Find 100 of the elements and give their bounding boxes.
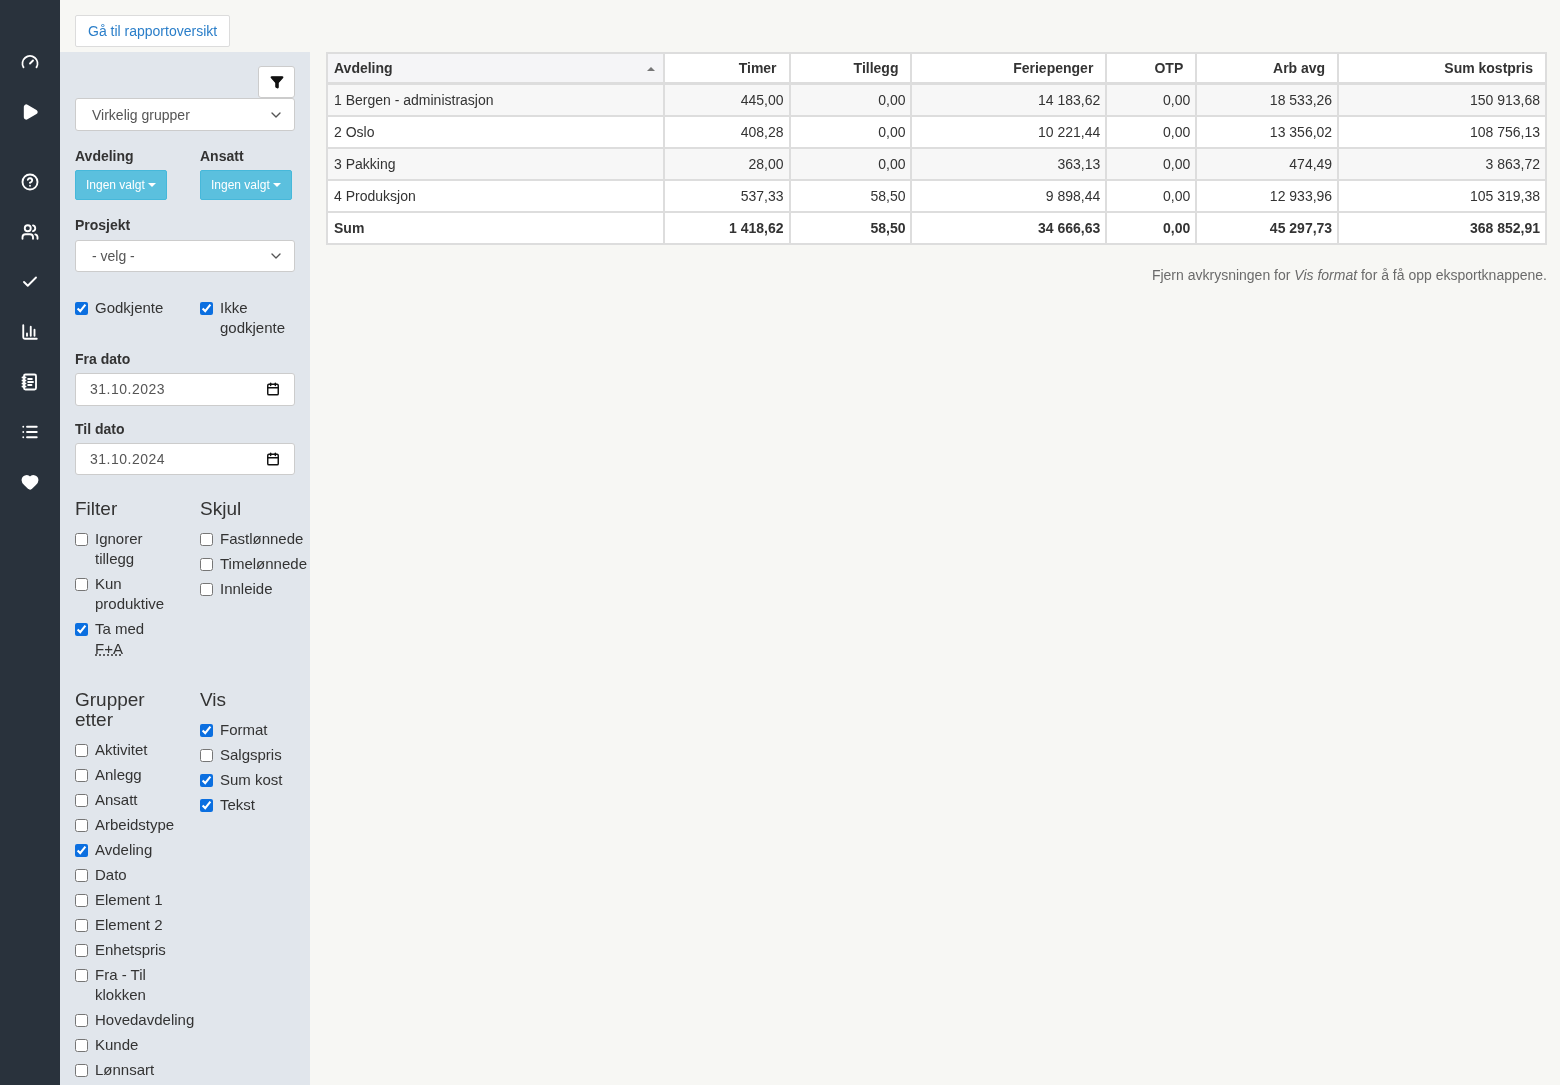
field-label: Avdeling	[75, 147, 135, 164]
help-icon[interactable]	[21, 173, 39, 191]
checkbox[interactable]	[75, 819, 88, 832]
bar-chart-icon[interactable]	[21, 323, 39, 341]
column-header[interactable]: Feriepenger	[911, 53, 1107, 84]
column-header[interactable]: Arb avg	[1196, 53, 1339, 84]
table-cell: 0,00	[1106, 180, 1197, 212]
list-icon[interactable]	[21, 423, 39, 441]
checkbox-option[interactable]: Sum kost	[200, 770, 283, 790]
checkbox[interactable]	[75, 944, 88, 957]
checkbox-option[interactable]: Hovedavdeling	[75, 1010, 195, 1030]
checkbox-option[interactable]: Enhetspris	[75, 940, 166, 960]
project-select[interactable]: - velg -	[75, 239, 295, 273]
checkbox-option[interactable]: Format	[200, 720, 268, 740]
checkbox[interactable]	[200, 774, 213, 787]
checkbox[interactable]	[200, 724, 213, 737]
checkbox-option[interactable]: Dato	[75, 865, 127, 885]
date-field[interactable]: 31.10.2024	[75, 442, 295, 475]
checkbox[interactable]	[75, 744, 88, 757]
date-value: 31.10.2023	[90, 381, 166, 398]
checkbox-option[interactable]: Kunde	[75, 1035, 139, 1055]
table-cell: 105 319,38	[1338, 180, 1546, 212]
checkbox-option[interactable]: Avdeling	[75, 840, 153, 860]
checkbox-option[interactable]: Ikke godkjente	[200, 298, 308, 339]
calendar-icon[interactable]	[266, 382, 280, 397]
table-cell: 18 533,26	[1196, 83, 1339, 116]
checkbox-option[interactable]: Ignorer tillegg	[75, 529, 183, 569]
table-cell: 10 221,44	[911, 116, 1107, 148]
checkbox-option[interactable]: Aktivitet	[75, 740, 148, 760]
checkbox[interactable]	[75, 969, 88, 982]
total-cell: 1 418,62	[663, 212, 790, 244]
table-cell: 3 863,72	[1338, 148, 1546, 180]
notebook-icon[interactable]	[21, 373, 39, 391]
checkbox-option[interactable]: Timelønnede	[200, 554, 307, 574]
table-cell: 0,00	[789, 116, 912, 148]
heart-icon[interactable]	[21, 473, 39, 491]
checkbox[interactable]	[75, 1064, 88, 1077]
checkbox[interactable]	[75, 302, 88, 316]
column-header[interactable]: Tillegg	[789, 53, 912, 84]
calendar-icon[interactable]	[266, 451, 280, 466]
checkbox[interactable]	[75, 578, 88, 591]
checkbox-option[interactable]: Godkjente	[75, 298, 164, 339]
checkbox[interactable]	[75, 1014, 88, 1027]
column-header[interactable]: Sum kostpris	[1338, 53, 1546, 84]
checkbox-option[interactable]: Salgspris	[200, 745, 282, 765]
table-cell: 4 Produksjon	[327, 180, 664, 212]
group-heading: Filter	[75, 499, 119, 519]
checkbox-option[interactable]: Anlegg	[75, 765, 142, 785]
checkbox[interactable]	[75, 533, 88, 546]
column-header[interactable]: Avdeling	[327, 53, 664, 84]
checkbox-option[interactable]: Element 1	[75, 890, 163, 910]
checkbox[interactable]	[200, 583, 213, 596]
checkbox[interactable]	[75, 769, 88, 782]
group-select[interactable]: Virkelig grupper	[75, 98, 295, 131]
table-cell: 1 Bergen - administrasjon	[327, 83, 664, 116]
checkbox[interactable]	[200, 799, 213, 812]
checkbox-option[interactable]: Ansatt	[75, 790, 138, 810]
checkbox-option[interactable]: Fra - Til klokken	[75, 965, 183, 1005]
checkbox[interactable]	[200, 749, 213, 762]
checkbox[interactable]	[75, 869, 88, 882]
select-value: Virkelig grupper	[92, 106, 190, 123]
column-header[interactable]: Timer	[663, 53, 790, 84]
table-cell: 150 913,68	[1338, 83, 1546, 116]
checkbox[interactable]	[200, 533, 213, 546]
users-icon[interactable]	[21, 223, 39, 241]
checkbox[interactable]	[200, 558, 213, 571]
table-cell: 14 183,62	[911, 83, 1107, 116]
checkbox[interactable]	[75, 623, 88, 636]
gauge-icon[interactable]	[21, 53, 39, 71]
total-cell: 45 297,73	[1196, 212, 1339, 244]
checkbox-option[interactable]: Tekst	[200, 795, 255, 815]
checkbox[interactable]	[75, 1039, 88, 1052]
checkbox-option[interactable]: Lønnsart	[75, 1060, 155, 1080]
table-cell: 9 898,44	[911, 180, 1107, 212]
sort-icon	[646, 67, 655, 71]
table-cell: 0,00	[789, 148, 912, 180]
play-icon[interactable]	[21, 103, 39, 121]
date-field[interactable]: 31.10.2023	[75, 373, 295, 406]
total-cell: 58,50	[789, 212, 912, 244]
filter-icon	[269, 75, 284, 90]
checkbox[interactable]	[75, 894, 88, 907]
checkbox[interactable]	[75, 794, 88, 807]
checkbox[interactable]	[75, 844, 88, 857]
checkbox[interactable]	[200, 302, 213, 316]
total-cell: 368 852,91	[1338, 212, 1546, 244]
field-label: Til dato	[75, 420, 126, 437]
filter-button[interactable]	[258, 66, 295, 99]
checkbox-option[interactable]: Ta med F+A	[75, 619, 145, 659]
table-cell: 0,00	[1106, 148, 1197, 180]
checkbox-option[interactable]: Arbeidstype	[75, 815, 175, 835]
checkbox-option[interactable]: Fastlønnede	[200, 529, 304, 549]
column-header[interactable]: OTP	[1106, 53, 1197, 84]
checkbox-option[interactable]: Kun produktive	[75, 574, 183, 614]
checkbox-option[interactable]: Innleide	[200, 579, 273, 599]
report-overview-button[interactable]: Gå til rapportoversikt	[75, 15, 231, 47]
field-label: Ansatt	[200, 147, 245, 164]
field-label: Fra dato	[75, 351, 132, 368]
checkbox-option[interactable]: Element 2	[75, 915, 163, 935]
checkbox[interactable]	[75, 919, 88, 932]
table-cell: 3 Pakking	[327, 148, 664, 180]
